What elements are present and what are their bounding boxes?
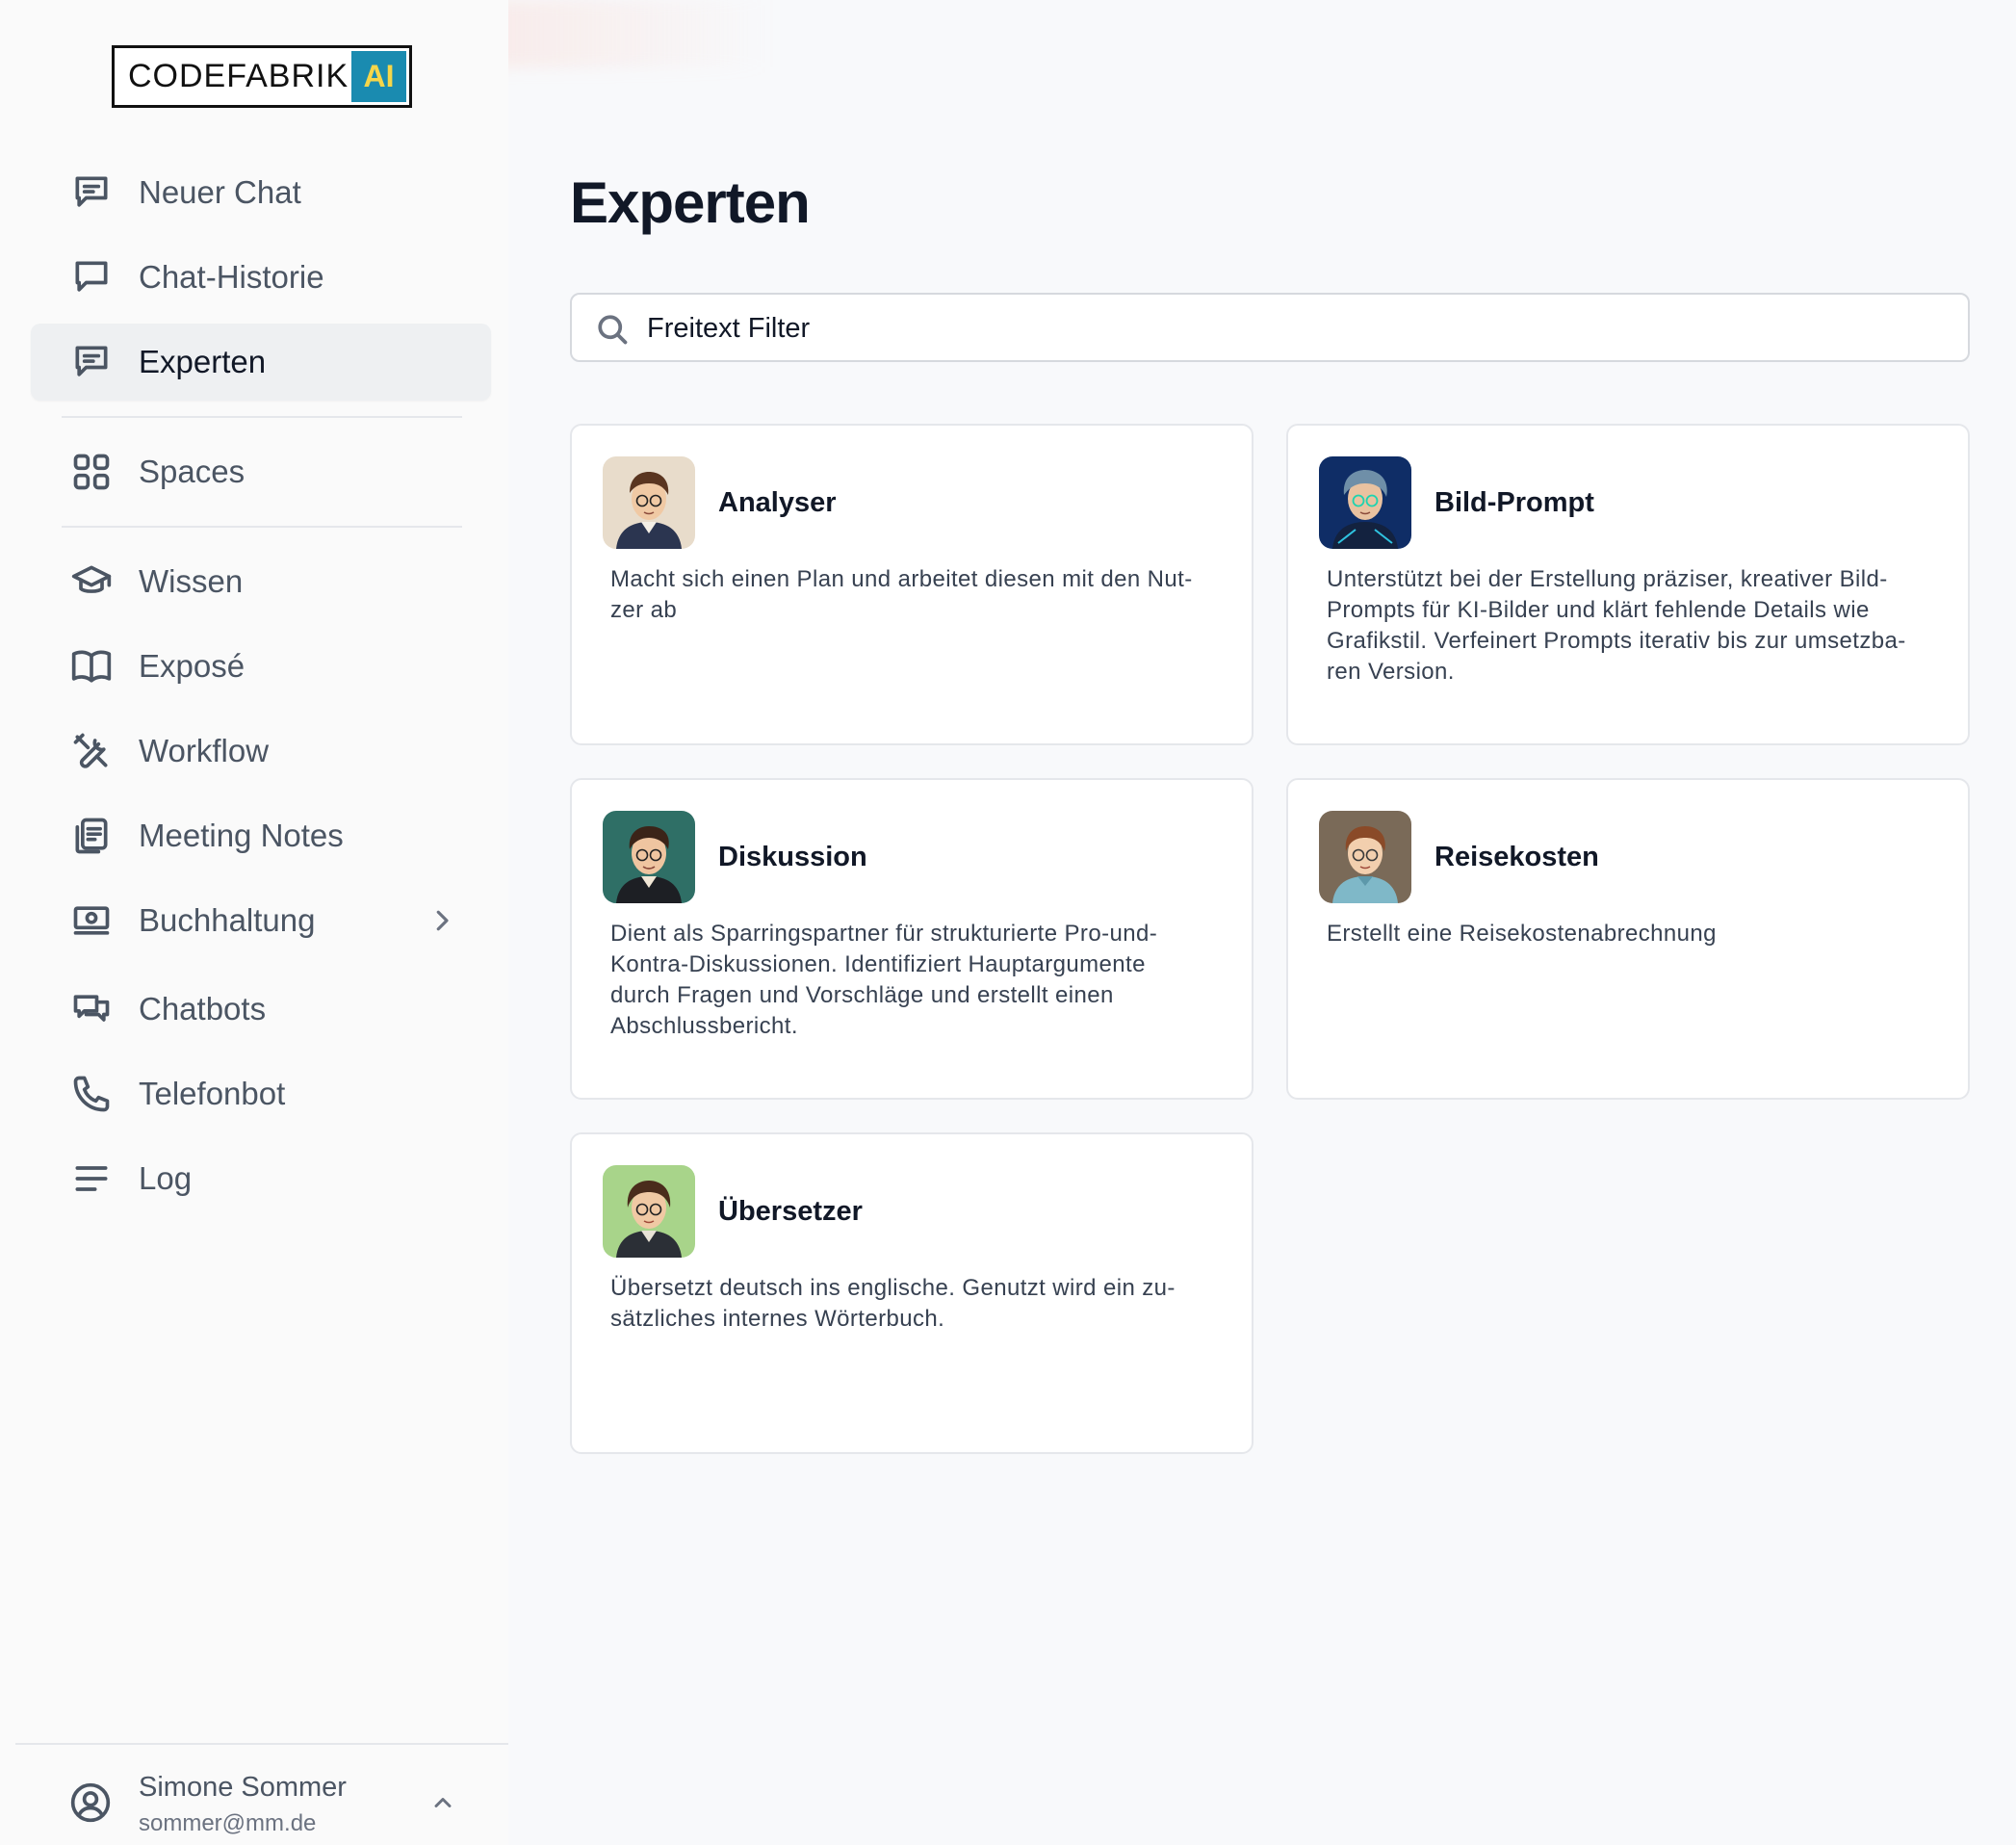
logo-ai-badge: AI bbox=[351, 51, 406, 102]
page-title: Experten bbox=[570, 170, 811, 235]
chat-bubble-icon bbox=[69, 255, 114, 299]
nav-neuer-chat[interactable]: Neuer Chat bbox=[31, 154, 491, 231]
nav-wissen[interactable]: Wissen bbox=[31, 543, 491, 620]
nav-label: Experten bbox=[139, 344, 267, 379]
expert-description: Unterstützt bei der Erstellung präziser,… bbox=[1327, 566, 1906, 685]
expert-card-reisekosten[interactable]: Reisekosten Erstellt eine Reisekostenabr… bbox=[1286, 778, 1970, 1100]
nav-workflow[interactable]: Workflow bbox=[31, 713, 491, 790]
search-icon bbox=[595, 312, 630, 347]
chats-icon bbox=[69, 987, 114, 1031]
logo[interactable]: CODEFABRIK AI bbox=[112, 45, 412, 108]
avatar bbox=[1319, 811, 1411, 903]
expert-title: Analyser bbox=[718, 487, 837, 518]
nav-meeting-notes[interactable]: Meeting Notes bbox=[31, 797, 491, 874]
nav-log[interactable]: Log bbox=[31, 1140, 491, 1217]
nav-label: Wissen bbox=[139, 563, 244, 599]
avatar bbox=[603, 456, 695, 549]
grid-icon bbox=[69, 450, 114, 494]
nav-divider bbox=[62, 526, 462, 528]
nav-label: Workflow bbox=[139, 733, 270, 768]
nav-chat-historie[interactable]: Chat-Historie bbox=[31, 239, 491, 316]
expert-description: Macht sich einen Plan und arbeitet diese… bbox=[610, 566, 1193, 623]
user-circle-icon bbox=[69, 1781, 112, 1824]
expert-title: Übersetzer bbox=[718, 1196, 863, 1227]
nav-label: Exposé bbox=[139, 648, 246, 684]
phone-icon bbox=[69, 1072, 114, 1116]
logo-text: CODEFABRIK bbox=[128, 58, 349, 94]
nav-divider bbox=[62, 416, 462, 418]
banknote-icon bbox=[69, 898, 114, 943]
expert-card-bild-prompt[interactable]: Bild-Prompt Unterstützt bei der Erstellu… bbox=[1286, 424, 1970, 745]
nav-telefonbot[interactable]: Telefonbot bbox=[31, 1055, 491, 1132]
expert-title: Diskussion bbox=[718, 842, 867, 872]
expert-card-uebersetzer[interactable]: Übersetzer Übersetzt deutsch ins englisc… bbox=[570, 1132, 1254, 1454]
expert-title: Reisekosten bbox=[1434, 842, 1599, 872]
nav-buchhaltung[interactable]: Buchhaltung bbox=[31, 882, 491, 959]
avatar bbox=[603, 1165, 695, 1258]
nav-label: Meeting Notes bbox=[139, 818, 344, 853]
nav-label: Spaces bbox=[139, 454, 246, 489]
user-divider bbox=[15, 1743, 508, 1745]
chat-text-icon bbox=[69, 170, 114, 215]
book-icon bbox=[69, 644, 114, 689]
user-name: Simone Sommer bbox=[139, 1772, 347, 1803]
nav-spaces[interactable]: Spaces bbox=[31, 433, 491, 510]
sidebar: CODEFABRIK AI Neuer Chat Chat-Historie E… bbox=[0, 0, 508, 1845]
nav-experten[interactable]: Experten bbox=[31, 324, 491, 401]
avatar bbox=[603, 811, 695, 903]
expert-description: Übersetzt deutsch ins englische. Genutzt… bbox=[610, 1275, 1176, 1332]
nav-label: Chat-Historie bbox=[139, 259, 324, 295]
search-box[interactable] bbox=[570, 293, 1970, 362]
nav-label: Log bbox=[139, 1160, 193, 1196]
nav-label: Buchhaltung bbox=[139, 902, 316, 938]
avatar bbox=[1319, 456, 1411, 549]
nav-expose[interactable]: Exposé bbox=[31, 628, 491, 705]
expert-title: Bild-Prompt bbox=[1434, 487, 1594, 518]
nav-label: Neuer Chat bbox=[139, 174, 301, 210]
lines-icon bbox=[69, 1156, 114, 1201]
expert-description: Dient als Sparringspartner für strukturi… bbox=[610, 921, 1158, 1039]
nav-chatbots[interactable]: Chatbots bbox=[31, 971, 491, 1048]
graduation-cap-icon bbox=[69, 559, 114, 604]
user-email: sommer@mm.de bbox=[139, 1810, 317, 1836]
tools-icon bbox=[69, 729, 114, 773]
main-content: Experten Analyser Macht sich einen Plan … bbox=[508, 0, 2016, 1845]
chevron-up-icon[interactable] bbox=[429, 1789, 456, 1816]
expert-description: Erstellt eine Reisekostenabrechnung bbox=[1327, 921, 1717, 947]
nav-label: Telefonbot bbox=[139, 1076, 286, 1111]
expert-card-diskussion[interactable]: Diskussion Dient als Sparringspartner fü… bbox=[570, 778, 1254, 1100]
clipboard-icon bbox=[69, 814, 114, 858]
chevron-right-icon[interactable] bbox=[427, 906, 456, 935]
chat-text-icon bbox=[69, 340, 114, 384]
search-input[interactable] bbox=[647, 306, 1937, 351]
expert-card-analyser[interactable]: Analyser Macht sich einen Plan und arbei… bbox=[570, 424, 1254, 745]
user-menu[interactable]: Simone Sommer sommer@mm.de bbox=[31, 1762, 491, 1839]
nav-label: Chatbots bbox=[139, 991, 267, 1026]
